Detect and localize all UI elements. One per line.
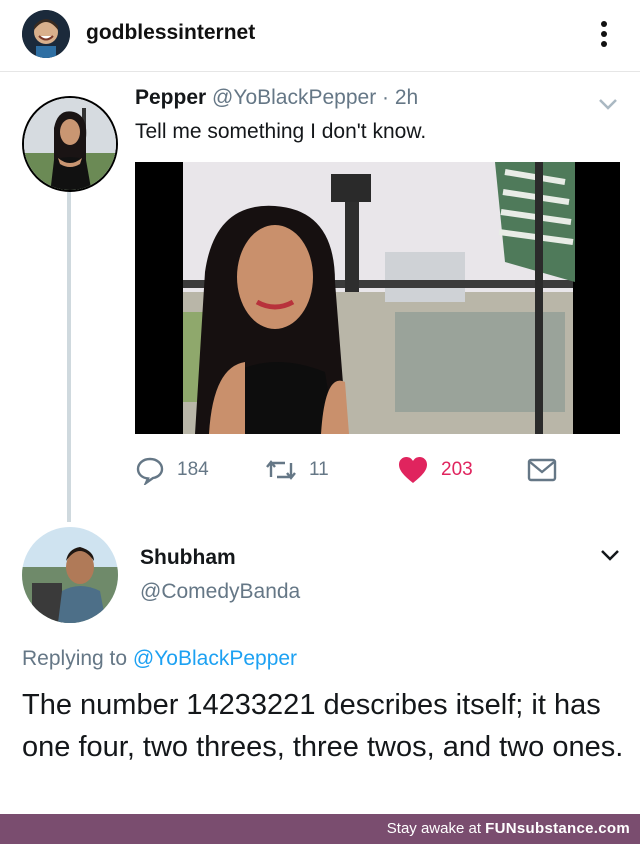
reply-author-handle[interactable]: @ComedyBanda: [140, 580, 300, 604]
tweet-photo[interactable]: [135, 162, 620, 434]
tweet-card: Pepper @YoBlackPepper · 2h Tell me somet…: [0, 72, 640, 814]
post-header: godblessinternet: [0, 0, 640, 72]
tweet-author-name[interactable]: Pepper: [135, 86, 206, 109]
watermark-bar: Stay awake at FUNsubstance.com: [0, 814, 640, 844]
retweet-count: 11: [309, 459, 329, 480]
reply-action[interactable]: 184: [135, 452, 209, 488]
tweet-actions: 184 11 203: [135, 452, 615, 488]
account-username[interactable]: godblessinternet: [86, 21, 255, 45]
account-avatar[interactable]: [22, 10, 70, 58]
tweet-text: Tell me something I don't know.: [135, 120, 427, 143]
heart-icon: [399, 457, 427, 483]
mail-icon: [527, 458, 557, 482]
like-count: 203: [441, 459, 473, 480]
watermark-brand[interactable]: FUNsubstance.com: [485, 820, 630, 837]
like-action[interactable]: 203: [397, 452, 473, 488]
reply-author-name[interactable]: Shubham: [140, 546, 236, 570]
watermark-prefix: Stay awake at: [386, 820, 481, 837]
tweet-time: · 2h: [382, 86, 419, 109]
reply-text: The number 14233221 describes itself; it…: [22, 689, 624, 763]
thread-line: [67, 192, 71, 522]
retweet-action[interactable]: 11: [265, 452, 329, 488]
watermark-text: Stay awake at FUNsubstance.com: [387, 820, 630, 837]
pepper-avatar[interactable]: [22, 96, 118, 192]
tweet-author-line: Pepper @YoBlackPepper · 2h: [135, 86, 418, 110]
replying-to-handle[interactable]: @YoBlackPepper: [133, 647, 297, 670]
reply-menu-chevron-icon[interactable]: [600, 548, 620, 561]
replying-to-label: Replying to: [22, 647, 128, 670]
more-options-icon[interactable]: [594, 18, 614, 50]
tweet-menu-chevron-icon[interactable]: [598, 97, 618, 110]
reply-count: 184: [177, 459, 209, 480]
retweet-icon: [266, 460, 296, 480]
tweet-author-handle[interactable]: @YoBlackPepper: [212, 86, 376, 109]
share-action[interactable]: [527, 452, 569, 488]
replying-to-line: Replying to @YoBlackPepper: [22, 647, 297, 671]
reply-icon: [136, 457, 164, 485]
shubham-avatar[interactable]: [22, 527, 118, 623]
